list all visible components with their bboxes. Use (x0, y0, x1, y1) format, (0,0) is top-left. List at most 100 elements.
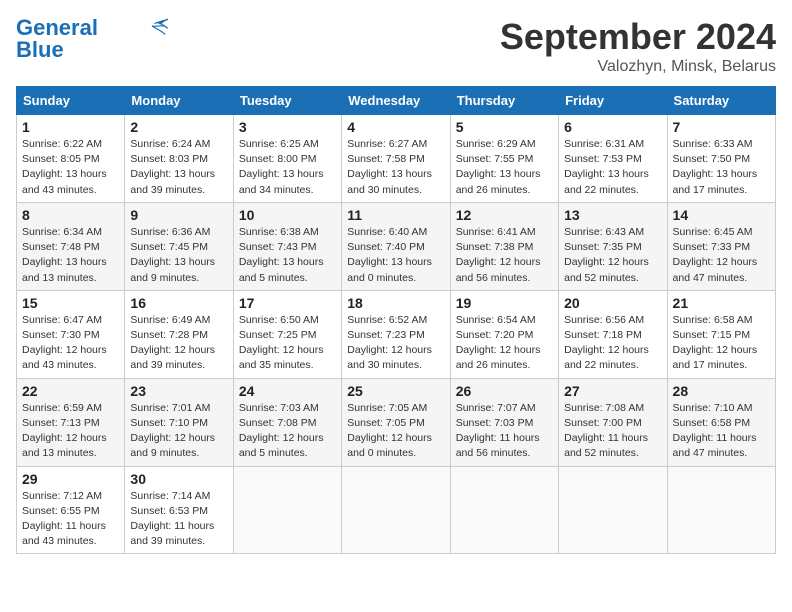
day-number: 19 (456, 295, 553, 311)
calendar-week-row: 15 Sunrise: 6:47 AM Sunset: 7:30 PM Dayli… (17, 290, 776, 378)
calendar-cell (667, 466, 775, 554)
calendar-cell: 4Sunrise: 6:27 AM Sunset: 7:58 PM Daylig… (342, 115, 450, 203)
calendar-header-row: SundayMondayTuesdayWednesdayThursdayFrid… (17, 87, 776, 115)
calendar-table: SundayMondayTuesdayWednesdayThursdayFrid… (16, 86, 776, 554)
calendar-cell: 20 Sunrise: 6:56 AM Sunset: 7:18 PM Dayli… (559, 290, 667, 378)
location-text: Valozhyn, Minsk, Belarus (500, 58, 776, 76)
day-number: 3 (239, 119, 336, 135)
day-number: 15 (22, 295, 119, 311)
day-info: Sunrise: 6:56 AM Sunset: 7:18 PM Dayligh… (564, 313, 661, 374)
calendar-week-row: 22 Sunrise: 6:59 AM Sunset: 7:13 PM Dayli… (17, 378, 776, 466)
weekday-header-monday: Monday (125, 87, 233, 115)
calendar-week-row: 1Sunrise: 6:22 AM Sunset: 8:05 PM Daylig… (17, 115, 776, 203)
day-number: 27 (564, 383, 661, 399)
calendar-cell: 1Sunrise: 6:22 AM Sunset: 8:05 PM Daylig… (17, 115, 125, 203)
calendar-cell: 12Sunrise: 6:41 AM Sunset: 7:38 PM Dayli… (450, 202, 558, 290)
weekday-header-wednesday: Wednesday (342, 87, 450, 115)
day-info: Sunrise: 7:10 AM Sunset: 6:58 PM Dayligh… (673, 401, 770, 462)
day-info: Sunrise: 6:58 AM Sunset: 7:15 PM Dayligh… (673, 313, 770, 374)
day-info: Sunrise: 7:03 AM Sunset: 7:08 PM Dayligh… (239, 401, 336, 462)
calendar-cell (233, 466, 341, 554)
calendar-cell (559, 466, 667, 554)
weekday-header-tuesday: Tuesday (233, 87, 341, 115)
day-number: 29 (22, 471, 119, 487)
day-info: Sunrise: 6:50 AM Sunset: 7:25 PM Dayligh… (239, 313, 336, 374)
day-info: Sunrise: 6:29 AM Sunset: 7:55 PM Dayligh… (456, 137, 553, 198)
day-number: 20 (564, 295, 661, 311)
calendar-cell: 7 Sunrise: 6:33 AM Sunset: 7:50 PM Daylig… (667, 115, 775, 203)
day-info: Sunrise: 6:49 AM Sunset: 7:28 PM Dayligh… (130, 313, 227, 374)
calendar-cell: 28Sunrise: 7:10 AM Sunset: 6:58 PM Dayli… (667, 378, 775, 466)
weekday-header-friday: Friday (559, 87, 667, 115)
weekday-header-sunday: Sunday (17, 87, 125, 115)
calendar-cell: 26 Sunrise: 7:07 AM Sunset: 7:03 PM Dayli… (450, 378, 558, 466)
day-number: 11 (347, 207, 444, 223)
weekday-header-saturday: Saturday (667, 87, 775, 115)
day-number: 18 (347, 295, 444, 311)
day-number: 24 (239, 383, 336, 399)
day-info: Sunrise: 6:59 AM Sunset: 7:13 PM Dayligh… (22, 401, 119, 462)
logo-bird-icon (146, 17, 170, 35)
day-number: 13 (564, 207, 661, 223)
logo-blue-text: Blue (16, 38, 64, 62)
day-number: 8 (22, 207, 119, 223)
calendar-cell: 6 Sunrise: 6:31 AM Sunset: 7:53 PM Daylig… (559, 115, 667, 203)
calendar-cell: 29Sunrise: 7:12 AM Sunset: 6:55 PM Dayli… (17, 466, 125, 554)
calendar-cell: 18 Sunrise: 6:52 AM Sunset: 7:23 PM Dayli… (342, 290, 450, 378)
month-title: September 2024 (500, 16, 776, 58)
day-number: 14 (673, 207, 770, 223)
calendar-cell: 16 Sunrise: 6:49 AM Sunset: 7:28 PM Dayli… (125, 290, 233, 378)
calendar-cell: 24 Sunrise: 7:03 AM Sunset: 7:08 PM Dayli… (233, 378, 341, 466)
calendar-cell: 10Sunrise: 6:38 AM Sunset: 7:43 PM Dayli… (233, 202, 341, 290)
calendar-cell: 14 Sunrise: 6:45 AM Sunset: 7:33 PM Dayli… (667, 202, 775, 290)
day-info: Sunrise: 6:45 AM Sunset: 7:33 PM Dayligh… (673, 225, 770, 286)
calendar-cell: 5 Sunrise: 6:29 AM Sunset: 7:55 PM Daylig… (450, 115, 558, 203)
day-info: Sunrise: 6:31 AM Sunset: 7:53 PM Dayligh… (564, 137, 661, 198)
day-info: Sunrise: 7:01 AM Sunset: 7:10 PM Dayligh… (130, 401, 227, 462)
calendar-cell: 25Sunrise: 7:05 AM Sunset: 7:05 PM Dayli… (342, 378, 450, 466)
weekday-header-thursday: Thursday (450, 87, 558, 115)
day-info: Sunrise: 6:24 AM Sunset: 8:03 PM Dayligh… (130, 137, 227, 198)
calendar-cell: 8 Sunrise: 6:34 AM Sunset: 7:48 PM Daylig… (17, 202, 125, 290)
day-number: 2 (130, 119, 227, 135)
day-info: Sunrise: 6:43 AM Sunset: 7:35 PM Dayligh… (564, 225, 661, 286)
calendar-cell: 21 Sunrise: 6:58 AM Sunset: 7:15 PM Dayli… (667, 290, 775, 378)
logo: General Blue (16, 16, 170, 62)
day-info: Sunrise: 6:52 AM Sunset: 7:23 PM Dayligh… (347, 313, 444, 374)
day-number: 5 (456, 119, 553, 135)
day-number: 21 (673, 295, 770, 311)
day-info: Sunrise: 7:08 AM Sunset: 7:00 PM Dayligh… (564, 401, 661, 462)
day-info: Sunrise: 6:47 AM Sunset: 7:30 PM Dayligh… (22, 313, 119, 374)
day-info: Sunrise: 6:33 AM Sunset: 7:50 PM Dayligh… (673, 137, 770, 198)
calendar-cell (342, 466, 450, 554)
calendar-cell: 23 Sunrise: 7:01 AM Sunset: 7:10 PM Dayli… (125, 378, 233, 466)
calendar-cell: 22 Sunrise: 6:59 AM Sunset: 7:13 PM Dayli… (17, 378, 125, 466)
calendar-cell: 30Sunrise: 7:14 AM Sunset: 6:53 PM Dayli… (125, 466, 233, 554)
day-info: Sunrise: 6:41 AM Sunset: 7:38 PM Dayligh… (456, 225, 553, 286)
day-number: 16 (130, 295, 227, 311)
day-number: 4 (347, 119, 444, 135)
day-info: Sunrise: 6:40 AM Sunset: 7:40 PM Dayligh… (347, 225, 444, 286)
day-number: 7 (673, 119, 770, 135)
day-number: 6 (564, 119, 661, 135)
day-number: 30 (130, 471, 227, 487)
calendar-week-row: 8 Sunrise: 6:34 AM Sunset: 7:48 PM Daylig… (17, 202, 776, 290)
day-number: 1 (22, 119, 119, 135)
day-info: Sunrise: 7:07 AM Sunset: 7:03 PM Dayligh… (456, 401, 553, 462)
calendar-cell: 9Sunrise: 6:36 AM Sunset: 7:45 PM Daylig… (125, 202, 233, 290)
day-number: 26 (456, 383, 553, 399)
day-info: Sunrise: 6:34 AM Sunset: 7:48 PM Dayligh… (22, 225, 119, 286)
calendar-cell: 2 Sunrise: 6:24 AM Sunset: 8:03 PM Daylig… (125, 115, 233, 203)
day-number: 10 (239, 207, 336, 223)
day-number: 23 (130, 383, 227, 399)
calendar-cell (450, 466, 558, 554)
calendar-cell: 15 Sunrise: 6:47 AM Sunset: 7:30 PM Dayli… (17, 290, 125, 378)
calendar-cell: 19 Sunrise: 6:54 AM Sunset: 7:20 PM Dayli… (450, 290, 558, 378)
day-info: Sunrise: 6:36 AM Sunset: 7:45 PM Dayligh… (130, 225, 227, 286)
day-number: 22 (22, 383, 119, 399)
calendar-cell: 27 Sunrise: 7:08 AM Sunset: 7:00 PM Dayli… (559, 378, 667, 466)
calendar-cell: 11 Sunrise: 6:40 AM Sunset: 7:40 PM Dayli… (342, 202, 450, 290)
page-header: General Blue September 2024 Valozhyn, Mi… (16, 16, 776, 76)
day-number: 25 (347, 383, 444, 399)
day-info: Sunrise: 6:54 AM Sunset: 7:20 PM Dayligh… (456, 313, 553, 374)
